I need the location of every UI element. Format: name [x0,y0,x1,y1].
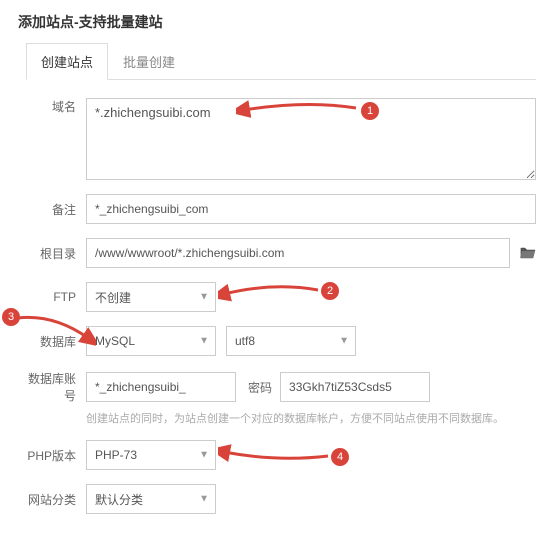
label-category: 网站分类 [26,491,86,508]
tabs: 创建站点 批量创建 [26,42,536,80]
domain-input[interactable] [86,98,536,180]
label-domain: 域名 [26,98,86,115]
badge-3: 3 [2,308,20,326]
badge-2: 2 [321,282,339,300]
folder-icon[interactable] [520,245,536,262]
row-category: 网站分类 默认分类 ▼ [26,484,536,514]
badge-1: 1 [361,102,379,120]
label-db: 数据库 [26,333,86,350]
db-hint: 创建站点的同时，为站点创建一个对应的数据库帐户，方便不同站点使用不同数据库。 [86,410,536,426]
label-root: 根目录 [26,245,86,262]
arrow-4 [218,442,336,468]
row-ftp: FTP 不创建 ▼ 2 [26,282,536,312]
chevron-down-icon: ▼ [339,336,349,347]
chevron-down-icon: ▼ [199,450,209,461]
modal-title: 添加站点-支持批量建站 [0,0,554,42]
label-ftp: FTP [26,290,86,304]
category-value: 默认分类 [95,491,143,508]
db-account-input[interactable] [86,372,236,402]
label-db-account: 数据库账号 [26,370,86,404]
db-select[interactable]: MySQL ▼ [86,326,216,356]
ftp-value: 不创建 [95,289,131,306]
category-select[interactable]: 默认分类 ▼ [86,484,216,514]
chevron-down-icon: ▼ [199,336,209,347]
php-select[interactable]: PHP-73 ▼ [86,440,216,470]
row-db: 数据库 MySQL ▼ utf8 ▼ 3 [26,326,536,356]
badge-4: 4 [331,448,349,466]
db-value: MySQL [95,334,135,348]
row-remark: 备注 [26,194,536,224]
charset-select[interactable]: utf8 ▼ [226,326,356,356]
label-remark: 备注 [26,201,86,218]
remark-input[interactable] [86,194,536,224]
chevron-down-icon: ▼ [199,292,209,303]
chevron-down-icon: ▼ [199,494,209,505]
row-php: PHP版本 PHP-73 ▼ 4 [26,440,536,470]
ftp-select[interactable]: 不创建 ▼ [86,282,216,312]
tab-batch[interactable]: 批量创建 [108,43,190,80]
arrow-2 [218,278,326,304]
row-root: 根目录 [26,238,536,268]
tab-create[interactable]: 创建站点 [26,43,108,80]
label-password: 密码 [248,379,272,396]
password-input[interactable] [280,372,430,402]
root-input[interactable] [86,238,510,268]
row-domain: 域名 1 [26,98,536,180]
row-db-account: 数据库账号 密码 [26,370,536,404]
form-panel: 创建站点 批量创建 域名 1 备注 根目录 FTP 不创建 ▼ 2 [0,42,554,546]
label-php: PHP版本 [26,447,86,464]
charset-value: utf8 [235,334,255,348]
php-value: PHP-73 [95,448,137,462]
